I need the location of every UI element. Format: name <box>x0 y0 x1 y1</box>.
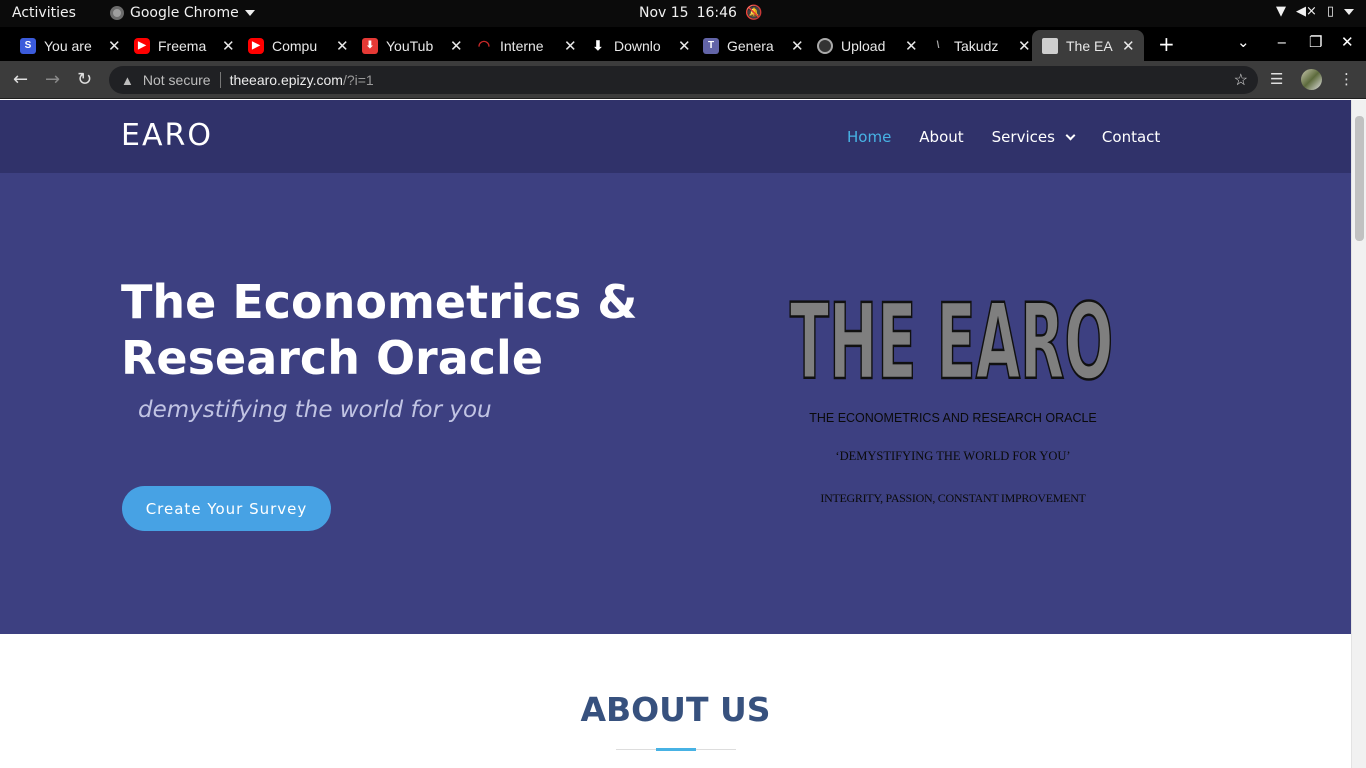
close-icon[interactable]: ✕ <box>791 37 804 55</box>
close-icon[interactable]: ✕ <box>450 37 463 55</box>
hero-title: The Econometrics & Research Oracle <box>121 275 638 385</box>
reading-list-icon[interactable]: ☰ <box>1270 70 1283 88</box>
tab-title: Upload <box>841 37 886 54</box>
youtube-icon: ▶ <box>248 37 264 54</box>
hero-image-line2: ‘DEMYSTIFYING THE WORLD FOR YOU’ <box>835 449 1071 463</box>
caret-down-icon <box>1344 8 1354 15</box>
tab-title: The EA <box>1066 37 1113 54</box>
divider <box>219 72 221 88</box>
browser-toolbar: ← → ↻ ▲ Not secure theearo.epizy.com /?i… <box>0 61 1366 99</box>
new-tab-button[interactable]: + <box>1158 32 1175 56</box>
nav-services[interactable]: Services <box>991 128 1076 146</box>
system-top-bar: Activities Google Chrome Nov 15 16:46 🔕 … <box>0 0 1366 27</box>
warning-icon[interactable]: ▲ <box>121 73 134 88</box>
security-label[interactable]: Not secure <box>143 72 211 88</box>
hero-tagline: demystifying the world for you <box>138 397 492 423</box>
github-icon <box>817 37 833 54</box>
tab[interactable]: ⬇ Downlo ✕ <box>590 30 691 61</box>
close-icon[interactable]: ✕ <box>108 37 121 55</box>
close-icon[interactable]: ✕ <box>678 37 691 55</box>
earo-logo-graphic: THE EARO <box>789 281 1115 393</box>
tab-title: Interne <box>500 37 544 54</box>
tab[interactable]: ⬇ YouTub ✕ <box>362 30 463 61</box>
about-section-title: ABOUT US <box>580 690 771 729</box>
tab[interactable]: ▶ Freema ✕ <box>134 30 235 61</box>
web-page: EARO Home About Services Contact The Eco… <box>0 100 1351 768</box>
tab[interactable]: T Genera ✕ <box>703 30 804 61</box>
chrome-icon <box>110 6 124 20</box>
download-icon: ⬇ <box>592 37 604 53</box>
scrollbar-thumb[interactable] <box>1355 116 1364 241</box>
page-icon: \ <box>936 40 940 51</box>
battery-icon: ▯ <box>1326 4 1334 19</box>
nav-contact[interactable]: Contact <box>1102 128 1160 146</box>
close-icon[interactable]: ✕ <box>564 37 577 55</box>
close-icon[interactable]: ✕ <box>336 37 349 55</box>
youtube-icon: ▶ <box>134 37 150 54</box>
tab-title: YouTub <box>386 37 434 54</box>
tab-title: Freema <box>158 37 207 54</box>
clock-time: 16:46 <box>696 5 737 21</box>
speedometer-icon: ◠ <box>477 37 491 53</box>
menu-kebab-icon[interactable]: ⋮ <box>1339 70 1354 88</box>
create-survey-button[interactable]: Create Your Survey <box>122 486 331 531</box>
notifications-off-icon: 🔕 <box>744 5 763 21</box>
clock[interactable]: Nov 15 16:46 🔕 <box>639 5 762 21</box>
tab-title: Takudz <box>954 37 999 54</box>
tab-title: Genera <box>727 37 774 54</box>
close-icon[interactable]: ✕ <box>1018 37 1031 55</box>
page-scrollbar[interactable] <box>1351 100 1366 768</box>
app-menu-label: Google Chrome <box>130 5 239 21</box>
forward-icon[interactable]: → <box>45 69 60 90</box>
activities-button[interactable]: Activities <box>12 5 76 21</box>
site-header: EARO Home About Services Contact <box>0 100 1351 173</box>
site-logo[interactable]: EARO <box>121 118 213 153</box>
tab-active[interactable]: The EA ✕ <box>1032 30 1144 61</box>
restore-icon[interactable]: ❐ <box>1309 33 1322 51</box>
tab[interactable]: S You are ✕ <box>20 30 121 61</box>
url-path: /?i=1 <box>342 72 374 88</box>
download-red-icon: ⬇ <box>362 37 378 54</box>
back-icon[interactable]: ← <box>13 69 28 90</box>
hero-image-line1: THE ECONOMETRICS AND RESEARCH ORACLE <box>809 411 1097 425</box>
nav-about[interactable]: About <box>919 128 963 146</box>
caret-down-icon <box>244 10 255 16</box>
hero-image-line3: INTEGRITY, PASSION, CONSTANT IMPROVEMENT <box>820 491 1086 505</box>
nav-home[interactable]: Home <box>847 128 891 146</box>
profile-avatar[interactable] <box>1301 69 1322 90</box>
address-bar[interactable]: ▲ Not secure theearo.epizy.com /?i=1 ☆ <box>109 66 1258 94</box>
tab-title: Downlo <box>614 37 661 54</box>
wifi-icon: ▼ <box>1275 4 1286 19</box>
app-menu[interactable]: Google Chrome <box>110 5 255 21</box>
bookmark-star-icon[interactable]: ☆ <box>1234 70 1248 90</box>
volume-muted-icon: ◀× <box>1295 4 1317 19</box>
close-icon[interactable]: ✕ <box>222 37 235 55</box>
reload-icon[interactable]: ↻ <box>77 69 92 90</box>
teams-icon: T <box>703 37 719 54</box>
clock-date: Nov 15 <box>639 5 689 21</box>
nav-services-label: Services <box>991 128 1055 146</box>
hero-section: The Econometrics & Research Oracle demys… <box>0 173 1351 634</box>
tab[interactable]: \ Takudz ✕ <box>930 30 1031 61</box>
tab-title: Compu <box>272 37 318 54</box>
tab[interactable]: ▶ Compu ✕ <box>248 30 349 61</box>
chevron-down-icon <box>1065 130 1076 140</box>
window-close-icon[interactable]: ✕ <box>1341 33 1354 51</box>
section-divider-accent <box>656 748 696 751</box>
tab[interactable]: Upload ✕ <box>817 30 918 61</box>
s-icon: S <box>20 37 36 54</box>
url-host: theearo.epizy.com <box>229 72 343 88</box>
page-icon <box>1042 37 1058 54</box>
tab-search-icon[interactable]: ⌄ <box>1237 33 1250 51</box>
close-icon[interactable]: ✕ <box>905 37 918 55</box>
system-tray[interactable]: ▼ ◀× ▯ <box>1276 4 1354 19</box>
tab-title: You are <box>44 37 92 54</box>
close-icon[interactable]: ✕ <box>1122 37 1135 55</box>
minimize-icon[interactable]: ‒ <box>1277 33 1287 51</box>
hero-image: THE EARO THE ECONOMETRICS AND RESEARCH O… <box>785 273 1130 513</box>
site-nav: Home About Services Contact <box>847 128 1188 146</box>
tab[interactable]: ◠ Interne ✕ <box>476 30 577 61</box>
earo-logo-text: THE EARO <box>790 282 1113 393</box>
